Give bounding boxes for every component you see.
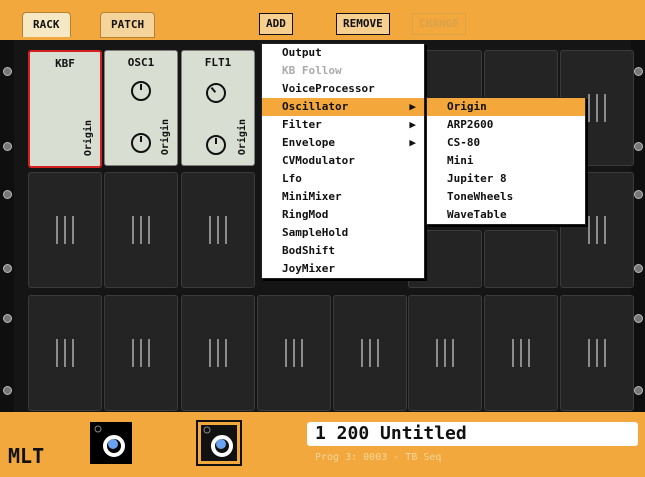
- slot-grip-icon: [588, 94, 606, 122]
- screw: [3, 67, 12, 76]
- top-bar: RACK PATCH ADD REMOVE CHANGE: [0, 0, 645, 42]
- submenu-arrow-icon: ▶: [409, 118, 416, 131]
- screw: [634, 314, 643, 323]
- screw: [634, 264, 643, 273]
- link-icon: [94, 425, 125, 457]
- empty-slot[interactable]: [104, 172, 178, 288]
- submenu-item-wavetable[interactable]: WaveTable: [427, 206, 585, 224]
- tab-rack[interactable]: RACK: [22, 12, 71, 37]
- empty-slot[interactable]: [484, 230, 558, 288]
- menu-item-envelope[interactable]: Envelope ▶: [262, 134, 424, 152]
- slot-grip-icon: [132, 339, 150, 367]
- submenu-arrow-icon: ▶: [409, 136, 416, 149]
- screw: [634, 190, 643, 199]
- brand-logo: MLT: [8, 444, 45, 468]
- slot-grip-icon: [588, 339, 606, 367]
- screw: [3, 386, 12, 395]
- slot-grip-icon: [56, 216, 74, 244]
- empty-slot[interactable]: [181, 172, 255, 288]
- menu-item-lfo[interactable]: Lfo: [262, 170, 424, 188]
- module-kbf[interactable]: KBF Origin: [28, 50, 102, 168]
- edit-toggle-button[interactable]: [196, 420, 242, 466]
- slot-grip-icon: [209, 339, 227, 367]
- module-title: OSC1: [127, 56, 155, 69]
- empty-slot[interactable]: [181, 295, 255, 411]
- menu-item-label: Envelope: [282, 136, 335, 149]
- submenu-item-jupiter8[interactable]: Jupiter 8: [427, 170, 585, 188]
- module-type-label: Origin: [83, 119, 94, 156]
- menu-item-kb-follow: KB Follow: [282, 64, 342, 77]
- tab-patch[interactable]: PATCH: [100, 12, 156, 38]
- submenu-item-origin[interactable]: Origin: [427, 98, 585, 116]
- menu-item-filter[interactable]: Filter ▶: [262, 116, 424, 134]
- slot-grip-icon: [56, 339, 74, 367]
- slot-grip-icon: [512, 339, 530, 367]
- program-name[interactable]: 1 200 Untitled: [307, 422, 638, 446]
- empty-slot[interactable]: [28, 295, 102, 411]
- menu-item-bodshift[interactable]: BodShift: [262, 242, 424, 260]
- screw: [634, 142, 643, 151]
- module-type-label: Origin: [160, 118, 171, 155]
- screw: [3, 142, 12, 151]
- program-info: Prog 3: 0003 - TB Seq: [315, 452, 442, 463]
- left-rail: [0, 40, 14, 412]
- add-module-menu: Output KB Follow VoiceProcessor Oscillat…: [261, 43, 425, 279]
- submenu-arrow-icon: ▶: [409, 100, 416, 113]
- menu-item-voiceprocessor[interactable]: VoiceProcessor: [262, 80, 424, 98]
- menu-item-samplehold[interactable]: SampleHold: [262, 224, 424, 242]
- bottom-bar: MLT 1 200 Untitled Prog 3: 0003 - TB Seq: [0, 412, 645, 477]
- submenu-item-tonewheels[interactable]: ToneWheels: [427, 188, 585, 206]
- knob[interactable]: [131, 133, 151, 153]
- submenu-item-cs80[interactable]: CS-80: [427, 134, 585, 152]
- menu-item-joymixer[interactable]: JoyMixer: [262, 260, 424, 278]
- menu-item-cvmodulator[interactable]: CVModulator: [262, 152, 424, 170]
- menu-item-label: Oscillator: [282, 100, 349, 113]
- change-button[interactable]: CHANGE: [412, 13, 466, 35]
- empty-slot[interactable]: [28, 172, 102, 288]
- screw: [3, 190, 12, 199]
- slot-grip-icon: [209, 216, 227, 244]
- module-flt1[interactable]: FLT1 Origin: [181, 50, 255, 166]
- module-title: KBF: [55, 57, 75, 70]
- screw: [3, 264, 12, 273]
- slot-grip-icon: [132, 216, 150, 244]
- slot-grip-icon: [588, 216, 606, 244]
- link-toggle-button[interactable]: [90, 422, 132, 464]
- program-display: 1 200 Untitled Prog 3: 0003 - TB Seq: [307, 422, 638, 470]
- menu-item-label: Filter: [282, 118, 322, 131]
- screw: [634, 386, 643, 395]
- screw: [3, 314, 12, 323]
- menu-item-ringmod[interactable]: RingMod: [262, 206, 424, 224]
- remove-button[interactable]: REMOVE: [336, 13, 390, 35]
- menu-item-output[interactable]: Output: [262, 44, 424, 62]
- submenu-item-arp2600[interactable]: ARP2600: [427, 116, 585, 134]
- oscillator-submenu: Origin ARP2600 CS-80 Mini Jupiter 8 Tone…: [426, 97, 586, 225]
- empty-slot[interactable]: [560, 295, 634, 411]
- empty-slot[interactable]: [408, 295, 482, 411]
- submenu-item-mini[interactable]: Mini: [427, 152, 585, 170]
- module-type-label: Origin: [237, 118, 248, 155]
- knob[interactable]: [201, 78, 231, 108]
- menu-item-minimixer[interactable]: MiniMixer: [262, 188, 424, 206]
- empty-slot[interactable]: [484, 295, 558, 411]
- slot-grip-icon: [361, 339, 379, 367]
- empty-slot[interactable]: [333, 295, 407, 411]
- screw: [634, 67, 643, 76]
- module-osc1[interactable]: OSC1 Origin: [104, 50, 178, 166]
- module-title: FLT1: [204, 56, 232, 69]
- slot-grip-icon: [285, 339, 303, 367]
- edit-toggle-face: [201, 425, 237, 461]
- empty-slot[interactable]: [104, 295, 178, 411]
- menu-item-oscillator[interactable]: Oscillator ▶: [262, 98, 424, 116]
- add-button[interactable]: ADD: [259, 13, 293, 35]
- knob[interactable]: [131, 81, 151, 101]
- slot-grip-icon: [436, 339, 454, 367]
- empty-slot[interactable]: [257, 295, 331, 411]
- knob[interactable]: [206, 135, 226, 155]
- link-icon: [203, 426, 233, 457]
